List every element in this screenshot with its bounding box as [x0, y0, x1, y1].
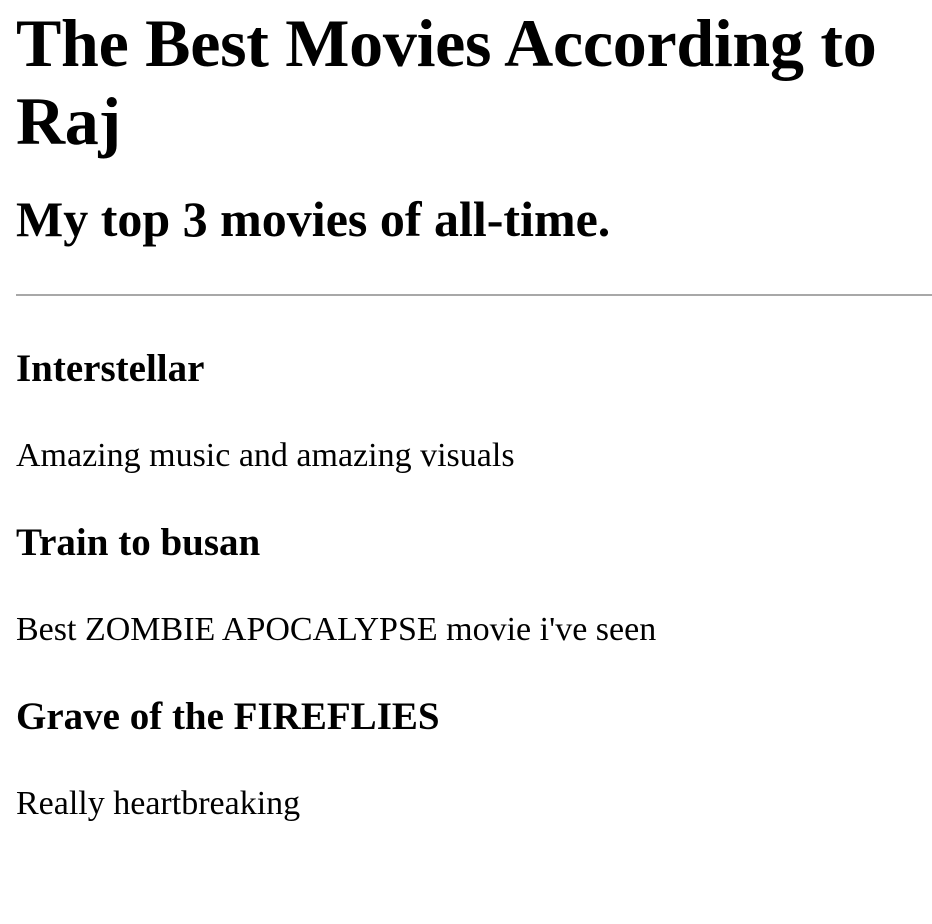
page-title: The Best Movies According to Raj: [16, 5, 877, 159]
divider: [16, 294, 932, 296]
movie-title: Interstellar: [16, 347, 205, 390]
movie-item-grave-of-the-fireflies: Grave of the FIREFLIES Really heartbreak…: [16, 694, 932, 824]
movie-review: Best ZOMBIE APOCALYPSE movie i've seen: [16, 611, 657, 648]
movie-review: Amazing music and amazing visuals: [16, 437, 515, 474]
page-subtitle: My top 3 movies of all-time.: [16, 191, 611, 247]
movie-title: Grave of the FIREFLIES: [16, 695, 440, 738]
movie-list: Interstellar Amazing music and amazing v…: [16, 346, 932, 824]
movie-review: Really heartbreaking: [16, 785, 301, 822]
movie-title: Train to busan: [16, 521, 261, 564]
movie-item-train-to-busan: Train to busan Best ZOMBIE APOCALYPSE mo…: [16, 520, 932, 650]
movie-item-interstellar: Interstellar Amazing music and amazing v…: [16, 346, 932, 476]
